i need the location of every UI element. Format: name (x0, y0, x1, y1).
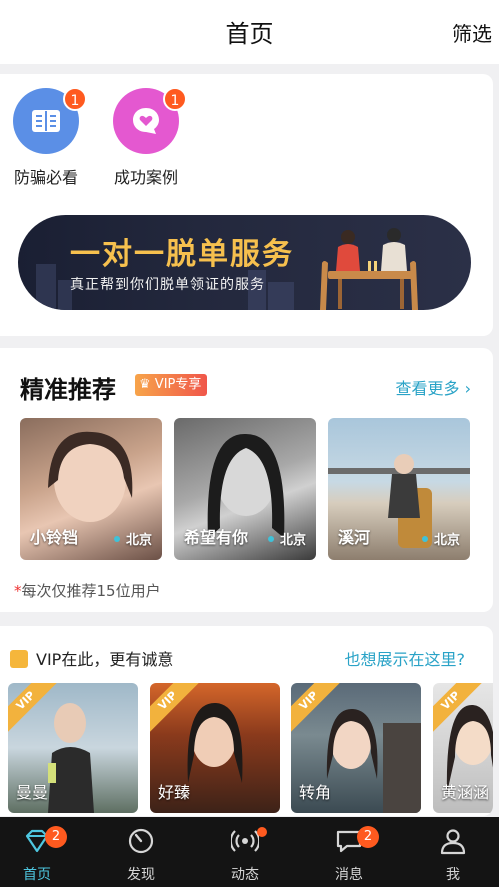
section-title: 精准推荐 (20, 376, 116, 404)
vip-showcase-card: VIP在此，更有诚意 也想展示在这里? VIP 曼曼 VIP 好臻 VIP 转角 (0, 626, 493, 816)
vip-user-card[interactable]: VIP 黄涵涵 (433, 683, 493, 813)
user-location: 北京 (267, 529, 306, 548)
tab-moments[interactable]: 动态 (195, 817, 295, 887)
page-title: 首页 (225, 20, 274, 48)
recommend-user-card[interactable]: 希望有你 北京 (174, 418, 316, 560)
quick-links-card: 1 防骗必看 1 成功案例 一对一脱单服务 真正帮到你们脱单领证的服务 (0, 74, 493, 336)
quick-link-success-stories[interactable]: 1 成功案例 (101, 87, 191, 188)
tab-label: 我 (446, 867, 460, 883)
tab-notification-dot (257, 827, 267, 837)
tab-me[interactable]: 我 (403, 817, 499, 887)
see-more-link[interactable]: 查看更多 › (395, 375, 471, 399)
quick-link-label: 成功案例 (113, 168, 178, 187)
tab-discover[interactable]: 发现 (91, 817, 191, 887)
user-name: 希望有你 (184, 528, 249, 547)
recommend-user-card[interactable]: 溪河 北京 (328, 418, 470, 560)
crown-icon: ♛ (139, 377, 151, 392)
vip-user-card[interactable]: VIP 曼曼 (8, 683, 138, 813)
user-name: 曼曼 (16, 783, 49, 802)
person-icon (440, 829, 466, 855)
user-name: 好臻 (158, 783, 191, 802)
tab-label: 发现 (127, 867, 155, 883)
top-header: 首页 筛选 (0, 0, 499, 64)
showcase-here-link[interactable]: 也想展示在这里? (345, 646, 466, 670)
see-more-label: 查看更多 (395, 379, 460, 398)
compass-icon (128, 828, 154, 854)
note-text: 每次仅推荐15位用户 (21, 582, 161, 600)
user-name: 小铃铛 (30, 528, 79, 547)
tab-label: 消息 (335, 867, 363, 883)
user-location: 北京 (113, 529, 152, 548)
broadcast-icon (231, 830, 259, 852)
vip-tag-label: VIP专享 (154, 377, 202, 392)
banner-title: 一对一脱单服务 (70, 237, 294, 272)
bottom-tab-bar: 2 首页 发现 动态 2 消息 我 (0, 817, 499, 887)
recommend-card: 精准推荐 ♛ VIP专享 查看更多 › 小铃铛 北京 希望有你 北京 溪河 北京… (0, 348, 493, 612)
tab-label: 动态 (231, 867, 259, 883)
quick-link-anti-fraud[interactable]: 1 防骗必看 (1, 87, 91, 188)
vip-exclusive-badge: ♛ VIP专享 (135, 374, 208, 396)
tab-home[interactable]: 2 首页 (0, 817, 87, 887)
note-asterisk: * (14, 582, 22, 600)
recommend-note: *每次仅推荐15位用户 (14, 580, 161, 601)
crown-icon (10, 650, 28, 668)
matchmaking-service-banner[interactable]: 一对一脱单服务 真正帮到你们脱单领证的服务 (18, 215, 471, 310)
quick-link-label: 防骗必看 (13, 168, 78, 187)
quick-link-badge: 1 (63, 87, 87, 111)
vip-title-text: VIP在此，更有诚意 (36, 650, 174, 669)
user-name: 溪河 (338, 528, 371, 547)
tab-badge: 2 (357, 826, 379, 848)
couple-dinner-illustration (320, 228, 418, 310)
banner-subtitle: 真正帮到你们脱单领证的服务 (70, 277, 265, 293)
tab-badge: 2 (45, 826, 67, 848)
heart-chat-icon: 1 (113, 87, 187, 154)
chevron-right-icon: › (464, 379, 471, 398)
user-location: 北京 (421, 529, 460, 548)
vip-user-card[interactable]: VIP 好臻 (150, 683, 280, 813)
recommend-user-card[interactable]: 小铃铛 北京 (20, 418, 162, 560)
user-name: 黄涵涵 (441, 783, 490, 802)
book-icon: 1 (13, 87, 87, 154)
vip-section-title: VIP在此，更有诚意 (10, 646, 173, 670)
vip-user-card[interactable]: VIP 转角 (291, 683, 421, 813)
filter-button[interactable]: 筛选 (452, 18, 492, 47)
user-name: 转角 (299, 783, 332, 802)
tab-messages[interactable]: 2 消息 (299, 817, 399, 887)
tab-label: 首页 (23, 867, 51, 883)
quick-link-badge: 1 (163, 87, 187, 111)
